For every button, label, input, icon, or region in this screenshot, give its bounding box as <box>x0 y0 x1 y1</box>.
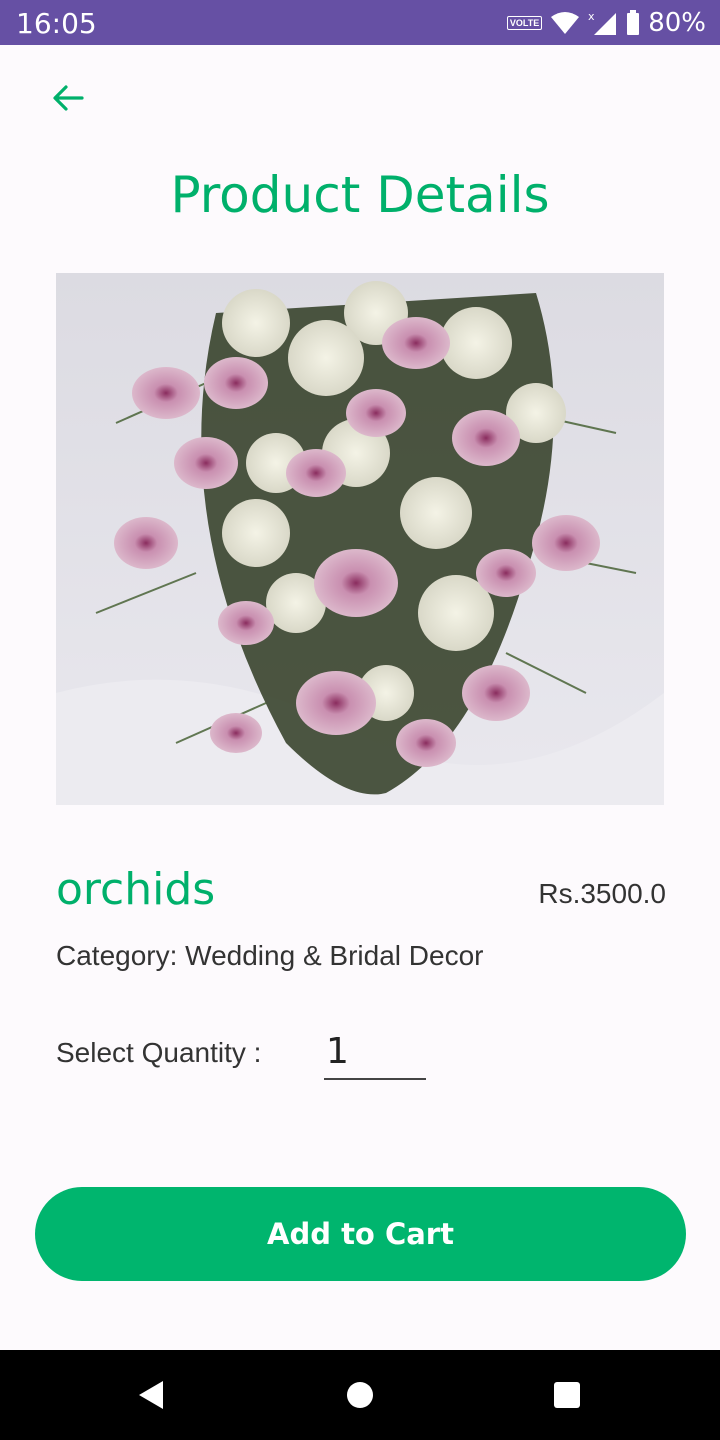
product-name: orchids <box>56 864 216 915</box>
status-time: 16:05 <box>16 7 97 40</box>
product-image <box>56 273 664 805</box>
status-bar: 16:05 VOLTE x 80% <box>0 0 720 45</box>
flower-bouquet-image <box>56 273 664 805</box>
product-price: Rs.3500.0 <box>538 878 666 909</box>
circle-home-icon <box>347 1382 373 1408</box>
signal-icon: x <box>588 10 617 35</box>
product-category: Category: Wedding & Bridal Decor <box>56 940 484 971</box>
page-title: Product Details <box>170 166 550 224</box>
wifi-icon <box>551 12 580 34</box>
quantity-label: Select Quantity : <box>56 1037 262 1068</box>
back-button[interactable] <box>44 74 92 122</box>
nav-recents-button[interactable] <box>544 1372 590 1418</box>
nav-home-button[interactable] <box>337 1372 383 1418</box>
volte-icon: VOLTE <box>506 16 543 30</box>
battery-icon <box>627 10 640 35</box>
status-icons: VOLTE x 80% <box>506 6 706 40</box>
add-to-cart-button[interactable]: Add to Cart <box>35 1187 686 1281</box>
quantity-input[interactable] <box>324 1024 426 1080</box>
svg-text:x: x <box>588 10 595 23</box>
triangle-back-icon <box>139 1381 163 1409</box>
navigation-bar <box>0 1350 720 1440</box>
nav-back-button[interactable] <box>128 1372 174 1418</box>
square-recents-icon <box>554 1382 580 1408</box>
battery-level: 80% <box>648 8 706 38</box>
arrow-back-icon <box>53 85 84 111</box>
